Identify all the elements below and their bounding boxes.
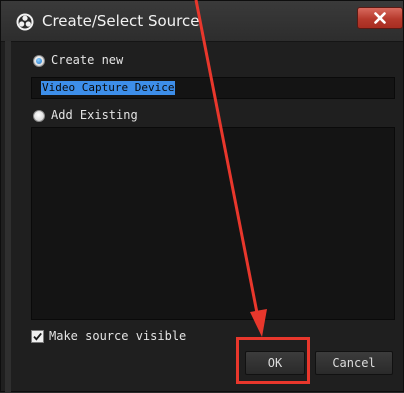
window-edge <box>5 41 11 393</box>
make-visible-label: Make source visible <box>49 329 187 343</box>
add-existing-label: Add Existing <box>51 108 138 122</box>
existing-sources-list[interactable] <box>31 127 395 320</box>
create-new-radio[interactable] <box>33 55 45 67</box>
cancel-button[interactable]: Cancel <box>315 351 393 375</box>
add-existing-radio[interactable] <box>33 110 45 122</box>
checkmark-icon <box>33 332 42 341</box>
make-visible-checkbox[interactable] <box>31 330 44 343</box>
source-name-input[interactable]: Video Capture Device <box>31 77 395 99</box>
close-button[interactable] <box>357 7 403 29</box>
create-new-label: Create new <box>51 53 124 67</box>
source-name-selected-text: Video Capture Device <box>41 81 176 95</box>
close-icon <box>374 12 386 24</box>
ok-button[interactable]: OK <box>245 351 305 375</box>
obs-logo-icon <box>16 13 34 31</box>
create-select-source-dialog: Create/Select Source Create new Video Ca… <box>0 0 404 393</box>
dialog-title: Create/Select Source <box>42 12 200 30</box>
title-bar: Create/Select Source <box>1 1 403 42</box>
radio-selected-dot <box>36 58 42 64</box>
